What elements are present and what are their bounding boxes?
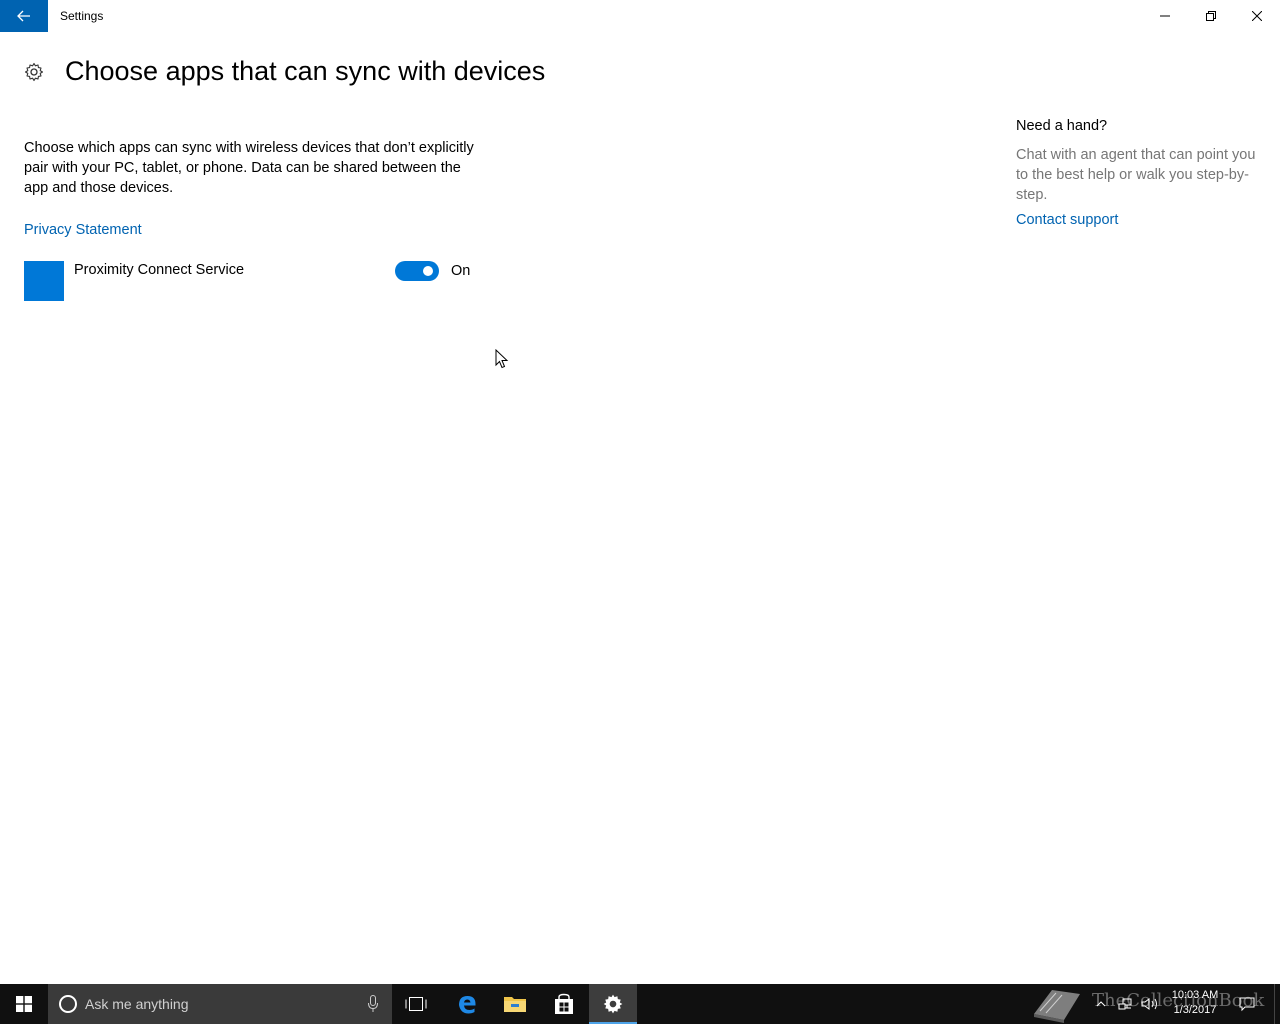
folder-icon	[504, 997, 526, 1012]
task-view-icon	[405, 997, 427, 1011]
search-placeholder: Ask me anything	[85, 996, 189, 1012]
settings-taskbar-button[interactable]	[589, 984, 637, 1024]
title-bar: Settings	[0, 0, 1280, 32]
app-list-item: Proximity Connect Service On	[24, 261, 484, 301]
chevron-up-icon	[1096, 1001, 1106, 1007]
app-title: Settings	[60, 9, 104, 23]
action-center-button[interactable]	[1234, 984, 1260, 1024]
restore-button[interactable]	[1188, 0, 1234, 32]
edge-browser-button[interactable]	[443, 984, 491, 1024]
minimize-button[interactable]	[1142, 0, 1188, 32]
show-desktop-button[interactable]	[1274, 984, 1280, 1024]
page-description: Choose which apps can sync with wireless…	[24, 140, 474, 196]
gear-icon	[603, 994, 623, 1014]
system-tray-icons[interactable]	[1096, 996, 1162, 1012]
microphone-icon[interactable]	[368, 995, 378, 1013]
minimize-icon	[1160, 15, 1170, 17]
page-title: Choose apps that can sync with devices	[65, 56, 546, 86]
file-explorer-button[interactable]	[491, 984, 539, 1024]
app-sync-toggle[interactable]	[395, 261, 439, 281]
back-arrow-icon	[17, 10, 30, 22]
taskbar-clock[interactable]: 10:03 AM 1/3/2017	[1164, 988, 1226, 1018]
cortana-search-box[interactable]: Ask me anything	[48, 984, 392, 1024]
back-button[interactable]	[0, 0, 48, 32]
clock-time: 10:03 AM	[1171, 989, 1219, 1001]
toggle-knob	[423, 266, 433, 276]
clock-date: 1/3/2017	[1173, 1004, 1217, 1016]
toggle-state-label: On	[451, 263, 471, 279]
help-text: Chat with an agent that can point you to…	[1016, 147, 1256, 203]
close-icon	[1252, 11, 1262, 21]
taskbar: Ask me anything TheCollectionBook 10:03 …	[0, 984, 1280, 1024]
close-button[interactable]	[1234, 0, 1280, 32]
network-icon	[1118, 998, 1132, 1010]
privacy-statement-link[interactable]: Privacy Statement	[24, 222, 142, 238]
task-view-button[interactable]	[392, 984, 440, 1024]
gear-icon	[24, 62, 44, 82]
contact-support-link[interactable]: Contact support	[1016, 212, 1118, 228]
app-tile-icon	[24, 261, 64, 301]
mouse-cursor-icon	[495, 349, 509, 369]
volume-icon	[1141, 998, 1157, 1010]
start-button[interactable]	[0, 984, 48, 1024]
book-logo-icon	[1034, 990, 1080, 1023]
store-icon	[555, 993, 573, 1014]
notifications-icon	[1239, 997, 1255, 1012]
cortana-icon	[59, 995, 77, 1013]
app-name: Proximity Connect Service	[74, 262, 245, 278]
edge-icon	[459, 996, 476, 1014]
store-button[interactable]	[540, 984, 588, 1024]
windows-logo-icon	[16, 996, 32, 1012]
help-title: Need a hand?	[1016, 118, 1108, 134]
restore-icon	[1206, 11, 1216, 21]
